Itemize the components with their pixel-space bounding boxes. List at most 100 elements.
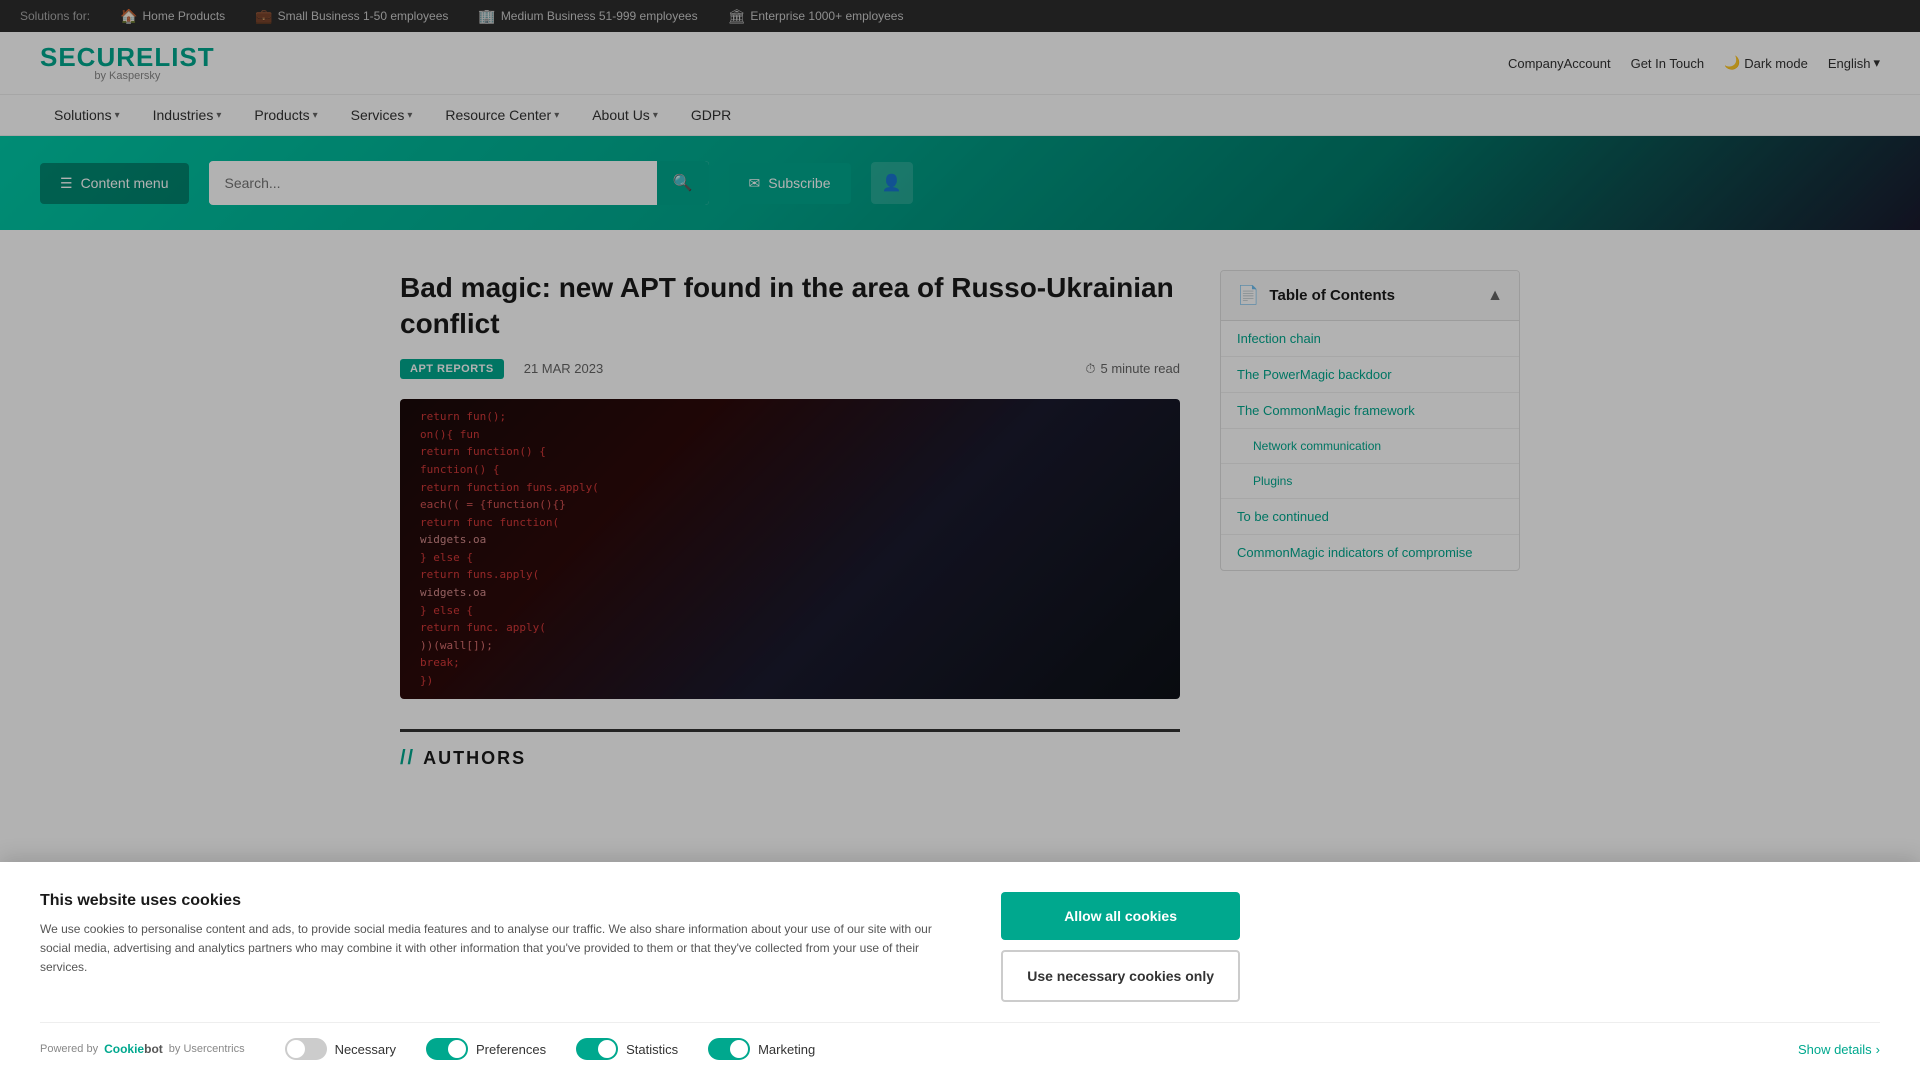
article-date: 21 MAR 2023 [524,361,604,376]
home-icon: 🏠 [120,8,137,25]
sidebar: 📄 Table of Contents ▲ Infection chain Th… [1220,270,1520,770]
language-label: English [1828,56,1871,71]
chevron-down-icon: ▾ [653,110,658,121]
cookiebot-label: Cookiebot [104,1042,163,1056]
logo-kaspersky: by Kaspersky [40,70,215,82]
top-link-small-biz-label: Small Business 1-50 employees [278,9,449,23]
user-icon: 👤 [882,173,902,193]
solutions-label: Solutions for: [20,9,90,23]
toc-collapse-button[interactable]: ▲ [1487,287,1503,305]
toc-header: 📄 Table of Contents ▲ [1221,271,1519,321]
get-in-touch-link[interactable]: Get In Touch [1631,56,1704,71]
authors-section: AUTHORS [400,729,1180,770]
nav-services[interactable]: Services ▾ [337,95,427,135]
top-link-enterprise-label: Enterprise 1000+ employees [750,9,903,23]
authors-text: AUTHORS [423,748,526,769]
search-button[interactable]: 🔍 [657,161,709,205]
nav-resource-center[interactable]: Resource Center ▾ [431,95,573,135]
nav-products[interactable]: Products ▾ [240,95,331,135]
toc-item-indicators[interactable]: CommonMagic indicators of compromise [1221,535,1519,570]
necessary-toggle[interactable] [285,1038,327,1060]
marketing-toggle[interactable] [708,1038,750,1060]
cookie-cat-marketing: Marketing [708,1038,815,1060]
small-biz-icon: 💼 [255,8,272,25]
top-link-enterprise[interactable]: 🏛 Enterprise 1000+ employees [728,8,904,25]
user-account-button[interactable]: 👤 [871,162,913,204]
logo[interactable]: SECURELIST by Kaspersky [40,44,215,82]
chevron-down-icon: ▾ [1873,55,1880,71]
content-menu-button[interactable]: ☰ Content menu [40,163,189,204]
dark-mode-toggle[interactable]: 🌙 Dark mode [1724,55,1808,71]
marketing-label: Marketing [758,1042,815,1057]
nav-industries[interactable]: Industries ▾ [139,95,236,135]
apt-reports-tag[interactable]: APT REPORTS [400,359,504,379]
statistics-toggle[interactable] [576,1038,618,1060]
header-right: CompanyAccount Get In Touch 🌙 Dark mode … [1508,55,1880,71]
chevron-right-icon: › [1876,1042,1880,1057]
top-link-home-label: Home Products [142,9,225,23]
main-nav: Solutions ▾ Industries ▾ Products ▾ Serv… [0,95,1920,136]
search-bar: 🔍 [209,161,709,205]
chevron-down-icon: ▾ [313,110,318,121]
chevron-down-icon: ▾ [216,110,221,121]
hamburger-icon: ☰ [60,175,73,192]
company-account-link[interactable]: CompanyAccount [1508,56,1611,71]
toc-title-label: Table of Contents [1269,287,1395,304]
dark-mode-label: Dark mode [1744,56,1808,71]
show-details-link[interactable]: Show details › [1798,1042,1880,1057]
cookie-cat-statistics: Statistics [576,1038,678,1060]
chevron-down-icon: ▾ [407,110,412,121]
toc-title: 📄 Table of Contents [1237,285,1395,306]
enterprise-icon: 🏛 [728,8,746,25]
cookie-buttons: Allow all cookies Use necessary cookies … [1001,892,1240,1002]
main-content: Bad magic: new APT found in the area of … [360,230,1560,770]
article-title: Bad magic: new APT found in the area of … [400,270,1180,343]
cookiebot-logo: Powered by Cookiebot by Usercentrics [40,1042,245,1056]
language-selector[interactable]: English ▾ [1828,55,1880,71]
cookie-footer: Powered by Cookiebot by Usercentrics Nec… [40,1022,1880,1060]
nav-solutions[interactable]: Solutions ▾ [40,95,134,135]
medium-biz-icon: 🏢 [478,8,495,25]
top-link-home[interactable]: 🏠 Home Products [120,8,225,25]
cookie-banner: This website uses cookies We use cookies… [0,862,1920,1080]
powered-by-label: Powered by [40,1043,98,1055]
top-link-medium-biz-label: Medium Business 51-999 employees [501,9,698,23]
nav-gdpr[interactable]: GDPR [677,95,745,135]
read-time-label: 5 minute read [1101,361,1181,376]
toc-item-powermagic[interactable]: The PowerMagic backdoor [1221,357,1519,393]
preferences-toggle[interactable] [426,1038,468,1060]
read-time: ⏱ 5 minute read [1085,361,1180,377]
authors-label: AUTHORS [400,747,1180,770]
necessary-cookies-button[interactable]: Use necessary cookies only [1001,950,1240,1002]
table-of-contents: 📄 Table of Contents ▲ Infection chain Th… [1220,270,1520,571]
moon-icon: 🌙 [1724,55,1740,71]
necessary-label: Necessary [335,1042,396,1057]
subscribe-button[interactable]: ✉ Subscribe [729,163,851,204]
article-meta: APT REPORTS 21 MAR 2023 ⏱ 5 minute read [400,359,1180,379]
chevron-down-icon: ▾ [115,110,120,121]
chevron-down-icon: ▾ [554,110,559,121]
show-details-label: Show details [1798,1042,1872,1057]
toc-item-plugins[interactable]: Plugins [1221,464,1519,499]
toc-item-network-comm[interactable]: Network communication [1221,429,1519,464]
nav-about-us[interactable]: About Us ▾ [578,95,672,135]
usercentrics-label: by Usercentrics [169,1043,245,1055]
subscribe-label: Subscribe [768,175,830,191]
logo-list: LIST [154,44,214,70]
toc-item-infection-chain[interactable]: Infection chain [1221,321,1519,357]
content-menu-label: Content menu [81,175,169,191]
cookie-description: We use cookies to personalise content an… [40,920,961,978]
article-hero-image: return fun(); on(){ fun return function(… [400,399,1180,699]
top-link-small-biz[interactable]: 💼 Small Business 1-50 employees [255,8,448,25]
cookie-cat-necessary: Necessary [285,1038,396,1060]
top-bar: Solutions for: 🏠 Home Products 💼 Small B… [0,0,1920,32]
preferences-label: Preferences [476,1042,546,1057]
allow-all-cookies-button[interactable]: Allow all cookies [1001,892,1240,940]
clock-icon: ⏱ [1085,361,1095,377]
search-input[interactable] [209,163,657,203]
site-header: SECURELIST by Kaspersky CompanyAccount G… [0,32,1920,95]
toc-item-commonmagic[interactable]: The CommonMagic framework [1221,393,1519,429]
top-link-medium-biz[interactable]: 🏢 Medium Business 51-999 employees [478,8,697,25]
cookie-text-area: This website uses cookies We use cookies… [40,892,961,978]
toc-item-to-be-continued[interactable]: To be continued [1221,499,1519,535]
